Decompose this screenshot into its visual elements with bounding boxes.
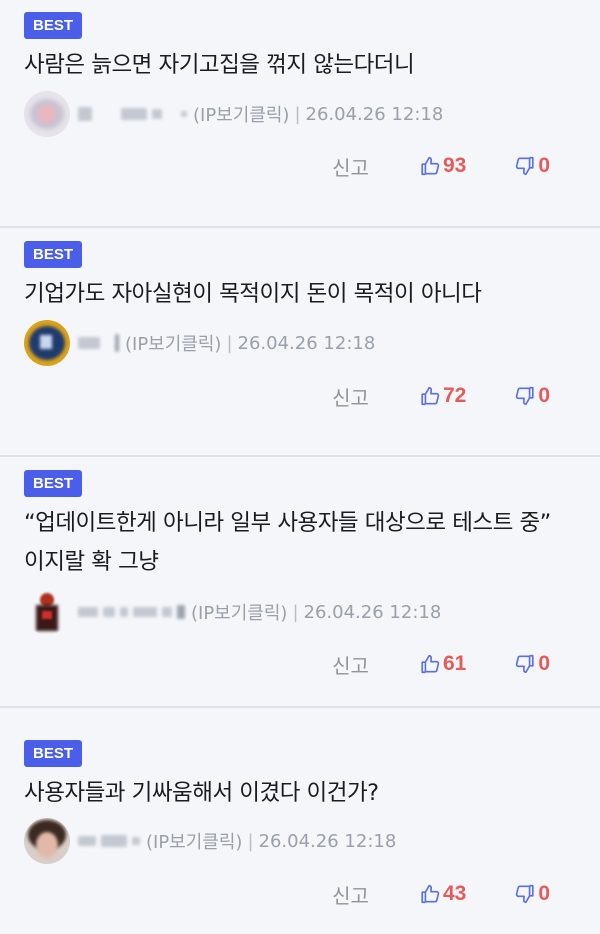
like-count: 43: [442, 882, 467, 905]
report-button[interactable]: 신고: [332, 650, 369, 679]
ip-view-link[interactable]: (IP보기클릭): [125, 330, 221, 356]
nickname-blurred[interactable]: [78, 605, 185, 619]
comment-meta: (IP보기클릭) | 26.04.26 12:18: [24, 320, 375, 366]
comment-actions: 신고 93 0: [332, 146, 550, 186]
comment-meta: (IP보기클릭) | 26.04.26 12:18: [24, 91, 443, 137]
comment-item: BEST 기업가도 자아실현이 목적이지 돈이 목적이 아니다 (IP보기클릭)…: [0, 229, 600, 457]
like-count: 61: [442, 652, 467, 675]
dislike-button[interactable]: 0: [514, 882, 550, 906]
thumbs-up-icon: [421, 654, 440, 674]
nickname-blurred[interactable]: [78, 835, 140, 847]
like-count: 93: [442, 154, 467, 177]
best-badge: BEST: [24, 740, 83, 767]
dislike-count: 0: [538, 384, 550, 407]
comment-text: 사용자들과 기싸움해서 이겼다 이건가?: [24, 780, 379, 806]
like-button[interactable]: 72: [419, 384, 466, 408]
comment-date: 26.04.26 12:18: [237, 332, 376, 354]
nickname-blurred[interactable]: [78, 334, 119, 352]
comment-item: BEST 사용자들과 기싸움해서 이겼다 이건가? (IP보기클릭) | 26.…: [0, 728, 600, 934]
avatar[interactable]: [24, 320, 70, 366]
avatar[interactable]: [24, 818, 70, 864]
report-button[interactable]: 신고: [332, 152, 369, 181]
thumbs-up-icon: [421, 884, 440, 904]
report-button[interactable]: 신고: [332, 382, 369, 411]
dislike-count: 0: [538, 652, 550, 675]
nickname-blurred[interactable]: [78, 107, 187, 121]
like-button[interactable]: 61: [419, 652, 466, 676]
thumbs-down-icon: [516, 654, 534, 674]
comment-date: 26.04.26 12:18: [303, 601, 442, 623]
dislike-button[interactable]: 0: [514, 652, 550, 676]
like-button[interactable]: 93: [419, 154, 466, 178]
like-button[interactable]: 43: [419, 882, 466, 906]
comment-actions: 신고 72 0: [332, 376, 550, 416]
avatar[interactable]: [24, 589, 70, 635]
dislike-button[interactable]: 0: [514, 384, 550, 408]
comment-text: 기업가도 자아실현이 목적이지 돈이 목적이 아니다: [24, 281, 482, 307]
comment-text: “업데이트한게 아니라 일부 사용자들 대상으로 테스트 중” 이지랄 확 그냥: [24, 510, 551, 575]
separator: |: [226, 332, 233, 354]
comment-item: BEST “업데이트한게 아니라 일부 사용자들 대상으로 테스트 중” 이지랄…: [0, 458, 600, 708]
best-badge: BEST: [24, 12, 83, 39]
ip-view-link[interactable]: (IP보기클릭): [193, 101, 289, 127]
dislike-button[interactable]: 0: [514, 154, 550, 178]
comment-meta: (IP보기클릭) | 26.04.26 12:18: [24, 818, 396, 864]
ip-view-link[interactable]: (IP보기클릭): [146, 828, 242, 854]
best-badge: BEST: [24, 241, 83, 268]
thumbs-down-icon: [516, 156, 534, 176]
comment-meta: (IP보기클릭) | 26.04.26 12:18: [24, 589, 441, 635]
comment-date: 26.04.26 12:18: [258, 830, 397, 852]
separator: |: [247, 830, 254, 852]
ip-view-link[interactable]: (IP보기클릭): [191, 599, 287, 625]
thumbs-down-icon: [516, 386, 534, 406]
like-count: 72: [442, 384, 467, 407]
dislike-count: 0: [538, 882, 550, 905]
dislike-count: 0: [538, 154, 550, 177]
thumbs-down-icon: [516, 884, 534, 904]
comment-actions: 신고 43 0: [332, 874, 550, 914]
report-button[interactable]: 신고: [332, 880, 369, 909]
thumbs-up-icon: [421, 386, 440, 406]
thumbs-up-icon: [421, 156, 440, 176]
comment-item: BEST 사람은 늙으면 자기고집을 꺾지 않는다더니 (IP보기클릭) | 2…: [0, 0, 600, 228]
avatar[interactable]: [24, 91, 70, 137]
comment-actions: 신고 61 0: [332, 644, 550, 684]
comment-date: 26.04.26 12:18: [305, 103, 444, 125]
best-badge: BEST: [24, 470, 83, 497]
separator: |: [294, 103, 301, 125]
separator: |: [292, 601, 299, 623]
comment-text: 사람은 늙으면 자기고집을 꺾지 않는다더니: [24, 52, 415, 78]
